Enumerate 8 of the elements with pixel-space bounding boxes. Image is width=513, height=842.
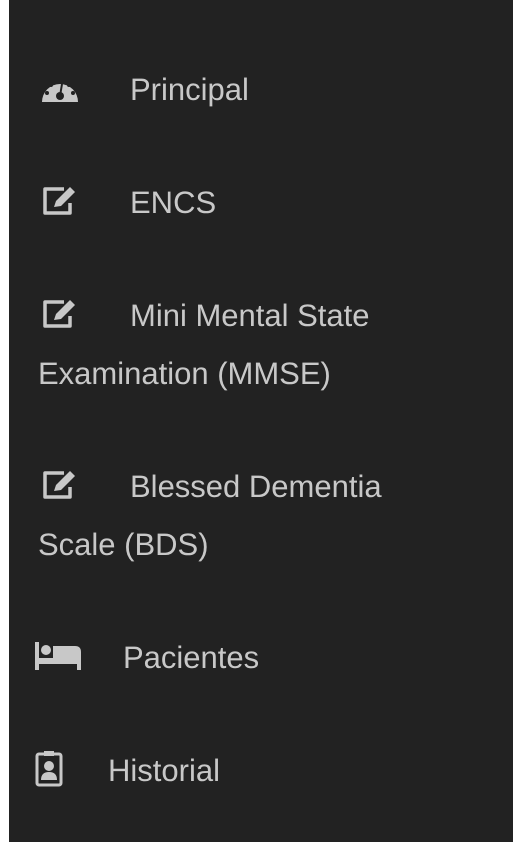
nav-link[interactable]: Mini Mental State Examination (MMSE) [38,287,458,403]
nav-link[interactable]: Principal [38,61,458,119]
id-badge-icon [35,751,63,787]
bed-icon [35,642,81,670]
nav-link[interactable]: Historial [38,742,458,800]
nav-link[interactable]: ENCS [38,174,458,232]
nav-link[interactable]: Pacientes [38,629,458,687]
nav-link[interactable]: Blessed Dementia Scale (BDS) [38,458,458,574]
